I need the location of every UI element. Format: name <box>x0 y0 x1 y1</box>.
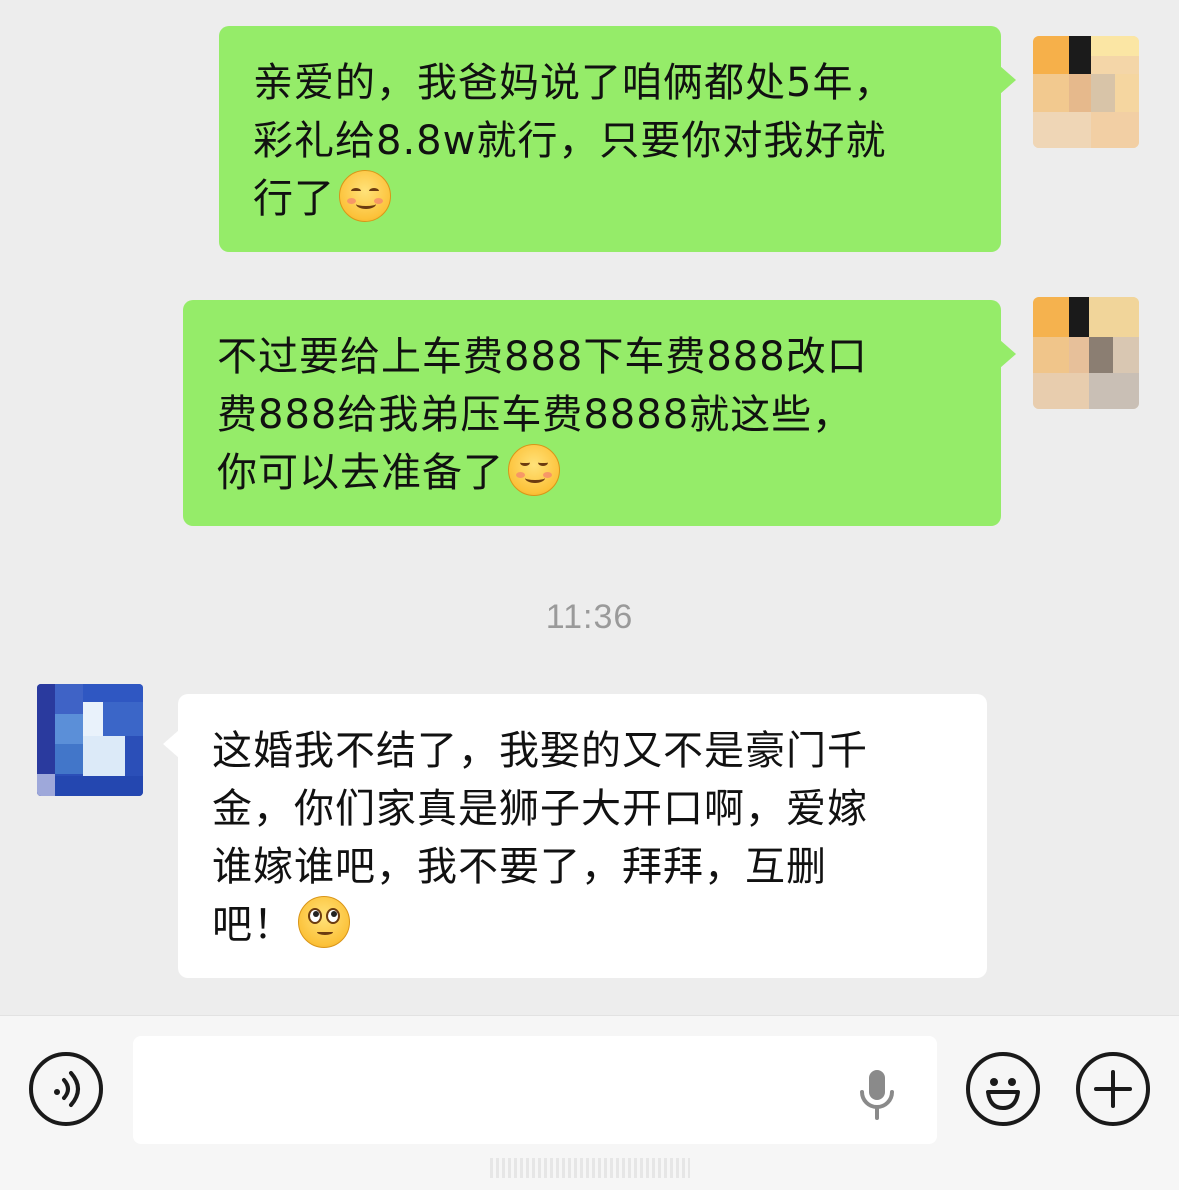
bubble-tail <box>163 730 179 758</box>
smile-emoji <box>508 444 560 496</box>
shy-blush-emoji <box>339 170 391 222</box>
message-bubble-sent[interactable]: 亲爱的，我爸妈说了咱俩都处5年， 彩礼给8.8w就行，只要你对我好就 行了 <box>219 26 1001 252</box>
bubble-tail <box>1000 66 1016 94</box>
message-line: 行了 <box>253 176 335 222</box>
voice-toggle-button[interactable] <box>29 1052 103 1126</box>
user-avatar[interactable] <box>1033 36 1139 148</box>
message-line: 谁嫁谁吧，我不要了，拜拜，互删 <box>212 844 827 890</box>
microphone-icon[interactable] <box>857 1066 897 1122</box>
input-toolbar <box>0 1015 1179 1190</box>
chat-area: 亲爱的，我爸妈说了咱俩都处5年， 彩礼给8.8w就行，只要你对我好就 行了 不过… <box>0 0 1179 1015</box>
contact-avatar[interactable] <box>37 684 143 796</box>
watermark-strip <box>490 1158 690 1178</box>
message-bubble-received[interactable]: 这婚我不结了，我娶的又不是豪门千 金，你们家真是狮子大开口啊，爱嫁 谁嫁谁吧，我… <box>178 694 987 978</box>
user-avatar[interactable] <box>1033 297 1139 409</box>
message-line: 不过要给上车费888下车费888改口 <box>217 334 868 380</box>
message-line: 亲爱的，我爸妈说了咱俩都处5年， <box>253 60 895 106</box>
message-line: 这婚我不结了，我娶的又不是豪门千 <box>212 728 868 774</box>
emoji-icon <box>986 1078 1020 1110</box>
message-line: 你可以去准备了 <box>217 450 504 496</box>
timestamp: 11:36 <box>545 598 634 636</box>
message-line: 彩礼给8.8w就行，只要你对我好就 <box>253 118 887 164</box>
plus-button[interactable] <box>1076 1052 1150 1126</box>
message-line: 吧！ <box>212 902 294 948</box>
plus-icon <box>1094 1070 1132 1108</box>
emoji-button[interactable] <box>966 1052 1040 1126</box>
message-line: 金，你们家真是狮子大开口啊，爱嫁 <box>212 786 868 832</box>
message-line: 费888给我弟压车费8888就这些， <box>217 392 854 438</box>
message-bubble-sent[interactable]: 不过要给上车费888下车费888改口 费888给我弟压车费8888就这些， 你可… <box>183 300 1001 526</box>
bubble-tail <box>1000 340 1016 368</box>
voice-icon <box>54 1071 80 1107</box>
message-input[interactable] <box>133 1036 937 1144</box>
eye-roll-emoji <box>298 896 350 948</box>
